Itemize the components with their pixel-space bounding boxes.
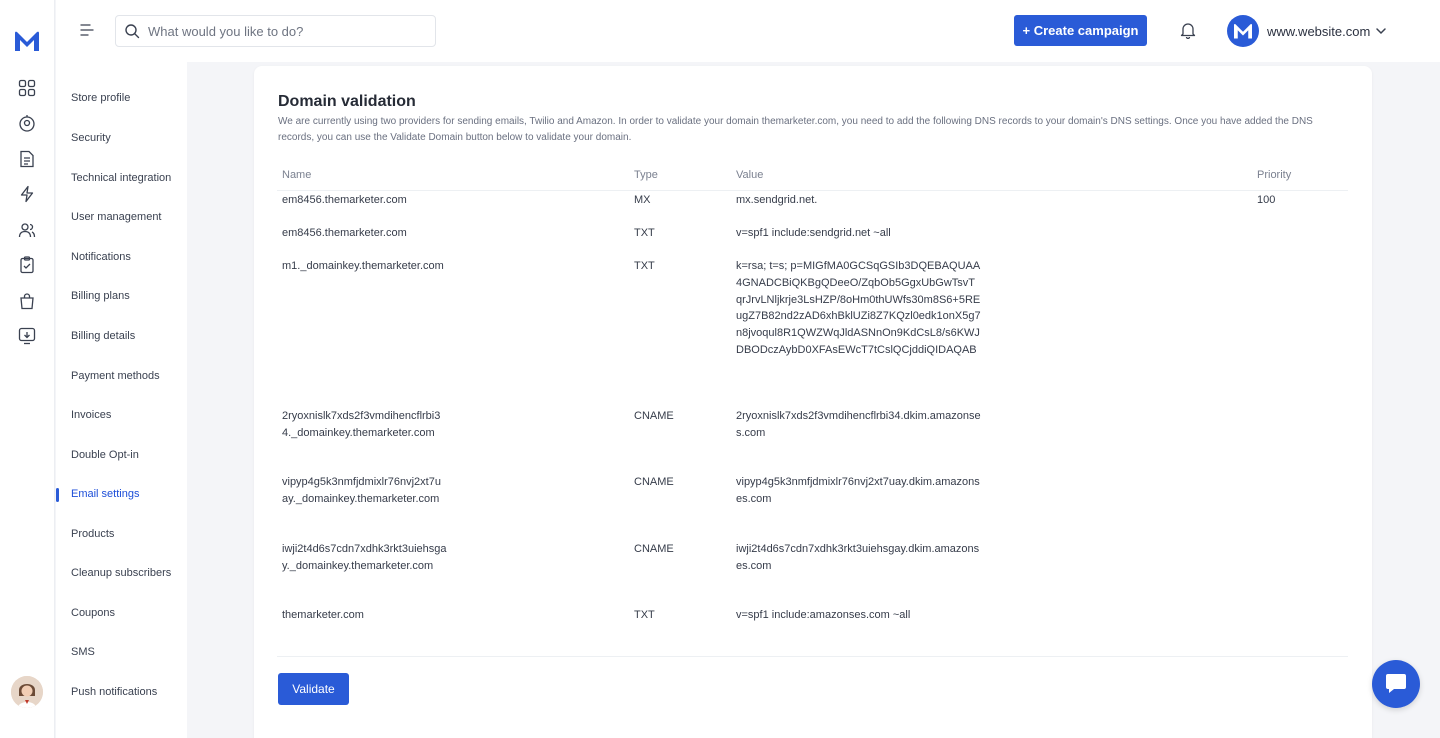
row-2-name: m1._domainkey.themarketer.com bbox=[282, 260, 444, 272]
menu-item-invoices[interactable]: Invoices bbox=[71, 409, 111, 421]
shop-icon[interactable] bbox=[17, 291, 37, 311]
menu-item-billing-details[interactable]: Billing details bbox=[71, 330, 135, 342]
menu-item-security[interactable]: Security bbox=[71, 132, 111, 144]
search-box bbox=[115, 15, 436, 47]
row-2-value: k=rsa; t=s; p=MIGfMA0GCSqGSIb3DQEBAQUAA4… bbox=[736, 260, 981, 356]
menu-item-billing-plans[interactable]: Billing plans bbox=[71, 290, 130, 302]
row-3-value: 2ryoxnislk7xds2f3vmdihencflrbi34.dkim.am… bbox=[736, 410, 981, 439]
chat-widget-button[interactable] bbox=[1372, 660, 1420, 708]
table-bottom-divider bbox=[277, 656, 1348, 657]
row-0-priority: 100 bbox=[1257, 194, 1276, 206]
menu-item-products[interactable]: Products bbox=[71, 528, 114, 540]
tasks-icon[interactable] bbox=[17, 255, 37, 275]
menu-item-email-settings[interactable]: Email settings bbox=[71, 488, 139, 500]
audience-icon[interactable] bbox=[17, 220, 37, 240]
menu-item-double-opt-in[interactable]: Double Opt-in bbox=[71, 449, 139, 461]
row-1-value: v=spf1 include:sendgrid.net ~all bbox=[736, 227, 891, 239]
column-header-name: Name bbox=[282, 169, 312, 181]
row-3-name: 2ryoxnislk7xds2f3vmdihencflrbi34._domain… bbox=[282, 410, 441, 439]
account-logo[interactable] bbox=[1227, 15, 1259, 47]
validate-button[interactable]: Validate bbox=[278, 673, 349, 705]
menu-item-notifications[interactable]: Notifications bbox=[71, 251, 131, 263]
domain-validation-card: Domain validation We are currently using… bbox=[254, 66, 1372, 738]
chat-icon bbox=[1386, 674, 1406, 693]
row-4-type: CNAME bbox=[634, 476, 674, 488]
row-2-type: TXT bbox=[634, 260, 655, 272]
menu-item-payment-methods[interactable]: Payment methods bbox=[71, 370, 160, 382]
menu-item-store-profile[interactable]: Store profile bbox=[71, 92, 130, 104]
search-input[interactable] bbox=[148, 23, 418, 39]
table-header-divider bbox=[277, 190, 1348, 191]
column-header-priority: Priority bbox=[1257, 169, 1292, 181]
automation-icon[interactable] bbox=[17, 184, 37, 204]
row-6-value: v=spf1 include:amazonses.com ~all bbox=[736, 609, 911, 621]
row-1-type: TXT bbox=[634, 227, 655, 239]
menu-item-user-management[interactable]: User management bbox=[71, 211, 162, 223]
create-campaign-button[interactable]: + Create campaign bbox=[1014, 15, 1147, 46]
section-title: Domain validation bbox=[278, 93, 416, 110]
download-icon[interactable] bbox=[17, 326, 37, 346]
row-1-name: em8456.themarketer.com bbox=[282, 227, 407, 239]
column-header-value: Value bbox=[736, 169, 764, 181]
row-5-value: iwji2t4d6s7cdn7xdhk3rkt3uiehsgay.dkim.am… bbox=[736, 543, 980, 572]
row-4-name: vipyp4g5k3nmfjdmixlr76nvj2xt7uay._domain… bbox=[282, 476, 441, 505]
row-4-value: vipyp4g5k3nmfjdmixlr76nvj2xt7uay.dkim.am… bbox=[736, 476, 980, 505]
menu-item-clipped: ... bbox=[71, 62, 80, 64]
menu-item-technical-integration[interactable]: Technical integration bbox=[71, 172, 171, 184]
row-0-name: em8456.themarketer.com bbox=[282, 194, 407, 206]
menu-toggle-icon[interactable] bbox=[79, 22, 95, 38]
search-icon bbox=[125, 24, 140, 39]
dashboard-icon[interactable] bbox=[17, 78, 37, 98]
chevron-down-icon[interactable] bbox=[1375, 26, 1387, 36]
top-bar: + Create campaign www.website.com bbox=[56, 0, 1440, 62]
menu-item-cleanup-subscribers[interactable]: Cleanup subscribers bbox=[71, 567, 171, 579]
column-header-type: Type bbox=[634, 169, 658, 181]
icon-rail bbox=[0, 0, 55, 738]
active-indicator bbox=[56, 488, 59, 502]
menu-item-push-notifications[interactable]: Push notifications bbox=[71, 686, 157, 698]
section-description: We are currently using two providers for… bbox=[278, 116, 1313, 143]
row-3-type: CNAME bbox=[634, 410, 674, 422]
row-6-type: TXT bbox=[634, 609, 655, 621]
row-6-name: themarketer.com bbox=[282, 609, 364, 621]
forms-icon[interactable] bbox=[17, 149, 37, 169]
brand-logo[interactable] bbox=[13, 29, 41, 53]
account-name[interactable]: www.website.com bbox=[1267, 24, 1370, 39]
menu-item-coupons[interactable]: Coupons bbox=[71, 607, 115, 619]
bell-icon[interactable] bbox=[1179, 21, 1197, 39]
settings-menu: ... Store profile Security Technical int… bbox=[56, 62, 187, 738]
row-5-type: CNAME bbox=[634, 543, 674, 555]
user-avatar[interactable] bbox=[11, 676, 43, 708]
row-0-value: mx.sendgrid.net. bbox=[736, 194, 818, 206]
row-5-name: iwji2t4d6s7cdn7xdhk3rkt3uiehsgay._domain… bbox=[282, 543, 447, 572]
row-0-type: MX bbox=[634, 194, 651, 206]
menu-item-sms[interactable]: SMS bbox=[71, 646, 95, 658]
contacts-icon[interactable] bbox=[17, 113, 37, 133]
